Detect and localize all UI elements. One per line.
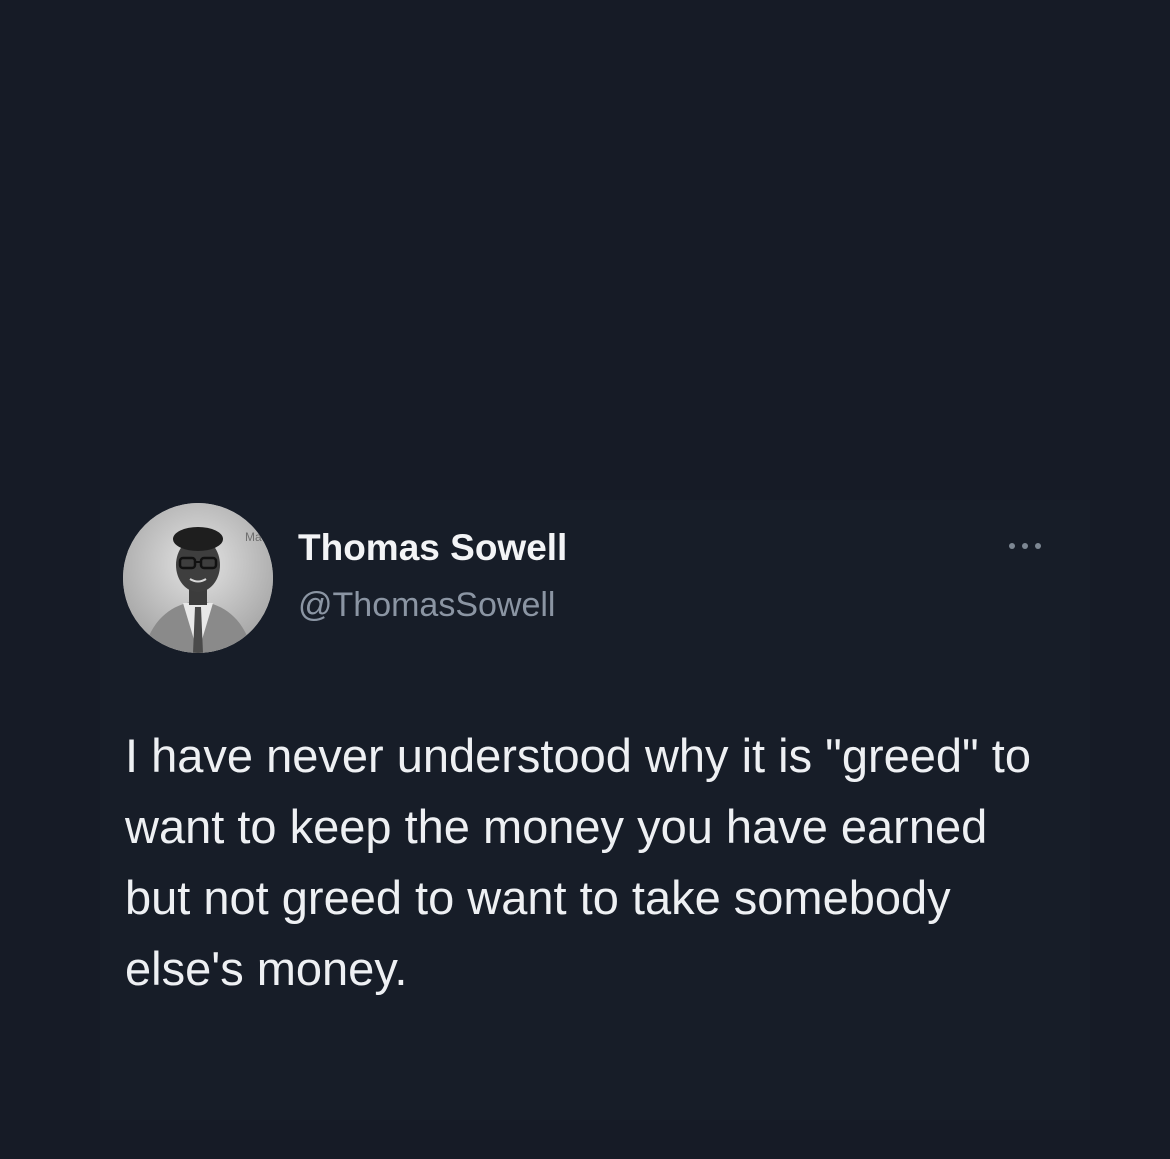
more-options-button[interactable] bbox=[1005, 536, 1045, 556]
svg-text:Ma: Ma bbox=[245, 530, 262, 544]
ellipsis-icon bbox=[1009, 543, 1041, 549]
avatar[interactable]: Ma bbox=[123, 503, 273, 653]
tweet-card[interactable]: Ma Thomas Sowell @ThomasSowell I have ne… bbox=[100, 500, 1090, 1120]
display-name[interactable]: Thomas Sowell bbox=[298, 527, 567, 569]
profile-photo-icon: Ma bbox=[123, 503, 273, 653]
user-handle[interactable]: @ThomasSowell bbox=[298, 586, 556, 625]
tweet-text: I have never understood why it is "greed… bbox=[125, 729, 1031, 995]
